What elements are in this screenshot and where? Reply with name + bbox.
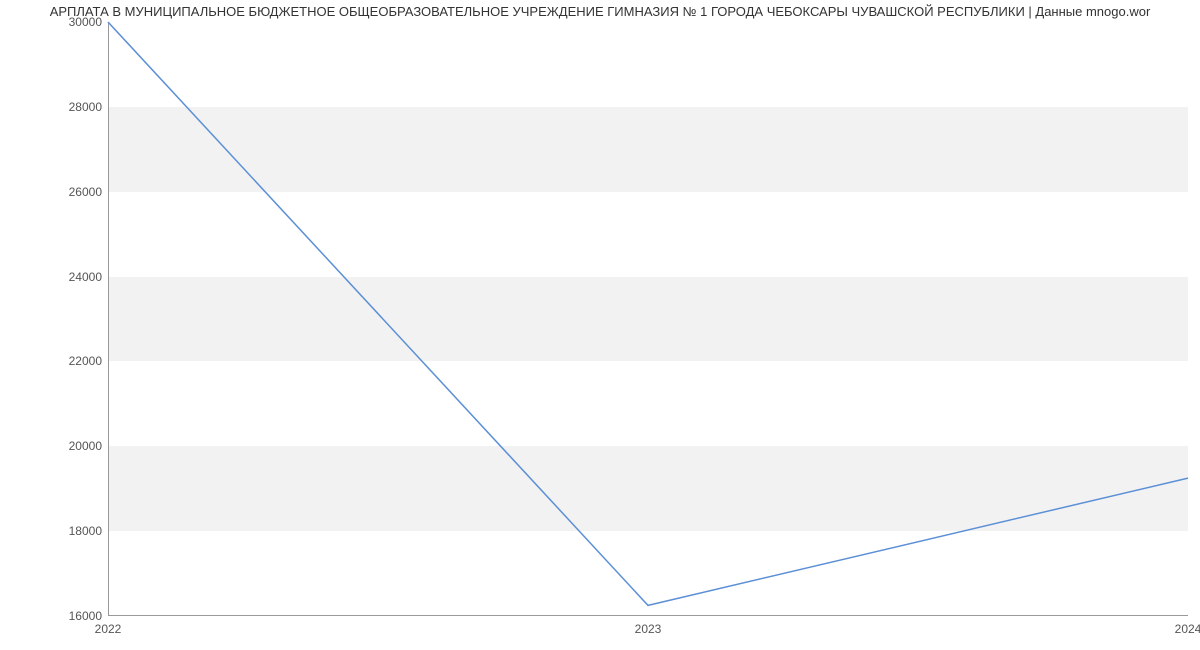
chart-title: АРПЛАТА В МУНИЦИПАЛЬНОЕ БЮДЖЕТНОЕ ОБЩЕОБ…: [0, 4, 1200, 19]
y-tick-label: 18000: [22, 524, 102, 538]
y-tick-label: 28000: [22, 100, 102, 114]
x-tick-label: 2023: [635, 622, 662, 636]
y-tick-label: 24000: [22, 270, 102, 284]
y-tick-label: 26000: [22, 185, 102, 199]
x-tick-label: 2022: [95, 622, 122, 636]
line-series-svg: [108, 22, 1188, 616]
chart-plot-area: [108, 22, 1188, 616]
x-tick-label: 2024: [1175, 622, 1200, 636]
y-tick-label: 22000: [22, 354, 102, 368]
y-tick-label: 16000: [22, 609, 102, 623]
y-tick-label: 20000: [22, 439, 102, 453]
y-tick-label: 30000: [22, 15, 102, 29]
